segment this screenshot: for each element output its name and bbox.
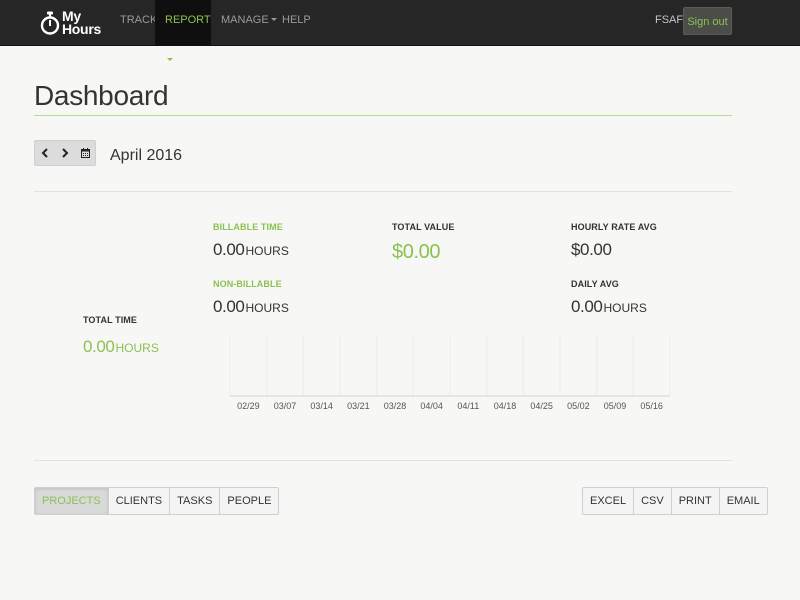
title-divider — [34, 115, 732, 116]
calendar-icon — [80, 148, 90, 158]
chart-x-tick-label: 04/18 — [494, 401, 517, 411]
nav-manage-label: MANAGE — [221, 14, 269, 26]
chart-x-tick-label: 05/02 — [567, 401, 590, 411]
email-button[interactable]: EMAIL — [720, 488, 767, 514]
logo-line-2: Hours — [62, 21, 101, 37]
total-time-number: 0.00 — [83, 337, 115, 356]
calendar-button[interactable] — [75, 141, 95, 165]
billable-time-number: 0.00 — [213, 240, 245, 259]
total-value-label: TOTAL VALUE — [392, 222, 455, 232]
sign-out-button[interactable]: Sign out — [683, 7, 732, 35]
logo[interactable]: My Hours — [40, 6, 101, 40]
chart-x-tick-label: 03/28 — [384, 401, 407, 411]
time-chart: 02/29 03/07 03/14 03/21 03/28 04/04 04/11 04/18… — [229, 335, 671, 411]
stopwatch-icon — [40, 11, 60, 35]
daily-avg-label: DAILY AVG — [571, 279, 619, 289]
billable-time-value: 0.00HOURS — [213, 240, 289, 260]
nav-track-label: TRACK — [120, 14, 158, 26]
total-time-value: 0.00HOURS — [83, 337, 159, 357]
report-tabs: PROJECTS CLIENTS TASKS PEOPLE — [34, 487, 280, 515]
chevron-left-icon — [41, 148, 48, 158]
chart-x-tick-label: 04/11 — [457, 401, 479, 411]
nav-report-label: REPORT — [165, 14, 211, 26]
print-button[interactable]: PRINT — [672, 488, 720, 514]
total-time-unit: HOURS — [115, 341, 159, 355]
daily-avg-number: 0.00 — [571, 297, 603, 316]
total-time-label: TOTAL TIME — [83, 315, 137, 325]
user-name[interactable]: FSAF — [655, 14, 683, 26]
logo-text: My Hours — [62, 9, 101, 37]
chart-x-tick-label: 03/14 — [310, 401, 333, 411]
non-billable-number: 0.00 — [213, 297, 245, 316]
hourly-rate-avg-label: HOURLY RATE AVG — [571, 222, 657, 232]
chart-x-tick-label: 03/21 — [347, 401, 370, 411]
date-navigation — [34, 140, 96, 166]
tab-projects[interactable]: PROJECTS — [35, 488, 109, 514]
non-billable-value: 0.00HOURS — [213, 297, 289, 317]
nav-help-label: HELP — [282, 14, 311, 26]
hourly-rate-avg-value: $0.00 — [571, 240, 612, 259]
export-csv-button[interactable]: CSV — [634, 488, 672, 514]
current-month-label: April 2016 — [110, 147, 183, 164]
section-divider-bottom — [34, 460, 732, 461]
previous-period-button[interactable] — [35, 141, 55, 165]
chart-x-tick-label: 02/29 — [237, 401, 260, 411]
chevron-right-icon — [62, 148, 69, 158]
chart-x-tick-label: 04/25 — [530, 401, 553, 411]
top-navbar: My Hours TRACK REPORT MANAGE HELP FSAF S… — [0, 0, 800, 61]
daily-avg-value: 0.00HOURS — [571, 297, 647, 317]
nav-help[interactable]: HELP — [272, 0, 321, 46]
caret-down-icon — [167, 57, 173, 61]
export-buttons: EXCEL CSV PRINT EMAIL — [582, 487, 768, 515]
export-excel-button[interactable]: EXCEL — [583, 488, 635, 514]
section-divider-top — [34, 191, 732, 192]
tab-people[interactable]: PEOPLE — [220, 488, 278, 514]
billable-time-label: BILLABLE TIME — [213, 222, 283, 232]
next-period-button[interactable] — [55, 141, 75, 165]
page-title: Dashboard — [34, 80, 169, 111]
non-billable-unit: HOURS — [245, 301, 289, 315]
tab-tasks[interactable]: TASKS — [170, 488, 221, 514]
daily-avg-unit: HOURS — [603, 301, 647, 315]
tab-clients[interactable]: CLIENTS — [109, 488, 171, 514]
billable-time-unit: HOURS — [245, 244, 289, 258]
chart-x-tick-label: 04/04 — [420, 401, 443, 411]
chart-x-tick-label: 05/16 — [640, 401, 663, 411]
non-billable-label: NON-BILLABLE — [213, 279, 282, 289]
chart-x-tick-label: 03/07 — [274, 401, 297, 411]
chart-x-tick-label: 05/09 — [604, 401, 627, 411]
nav-report[interactable]: REPORT — [155, 0, 211, 61]
total-value-value: $0.00 — [392, 241, 441, 263]
